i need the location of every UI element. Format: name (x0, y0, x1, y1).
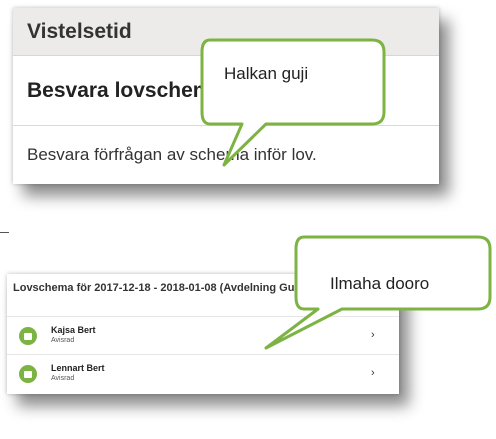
child-status: Avisrad (51, 337, 75, 344)
divider (0, 232, 9, 233)
child-status: Avisrad (51, 375, 75, 382)
chevron-right-icon: › (371, 367, 375, 379)
message-icon (19, 327, 37, 345)
child-name: Lennart Bert (51, 363, 105, 373)
child-row[interactable]: Lennart Bert Avisrad › (7, 354, 399, 393)
callout-text: Ilmaha dooro (330, 274, 430, 293)
child-name: Kajsa Bert (51, 325, 96, 335)
callout-text: Halkan guji (224, 64, 309, 83)
callout-select-child: Ilmaha dooro (262, 235, 492, 355)
callout-select-link: Halkan guji (200, 38, 390, 188)
message-icon (19, 365, 37, 383)
